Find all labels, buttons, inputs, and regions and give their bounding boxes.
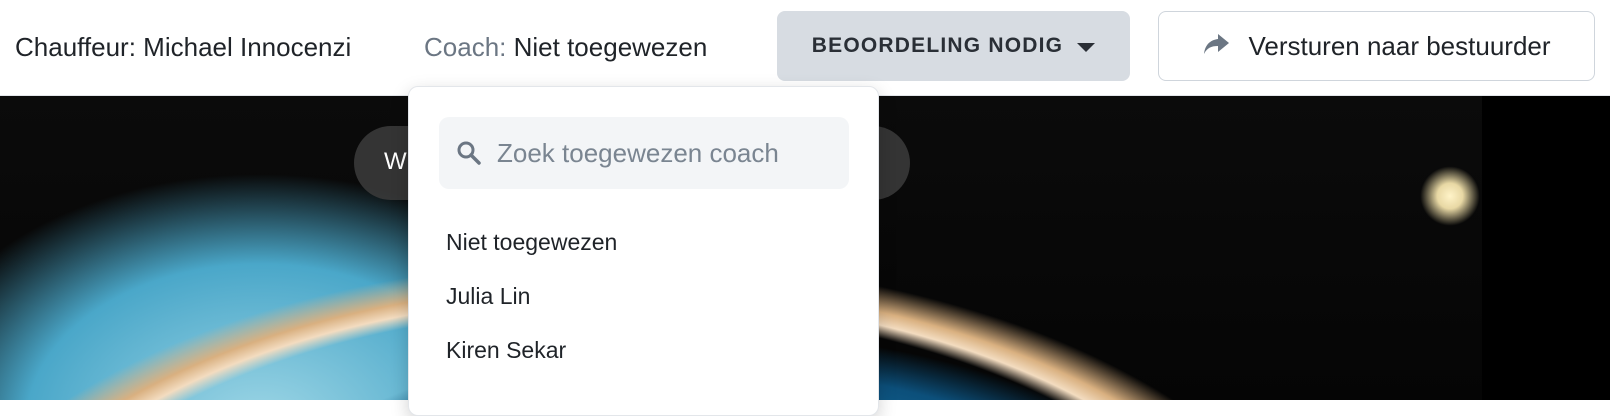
driver-name: Michael Innocenzi — [143, 32, 352, 62]
coach-selector[interactable]: Coach: Niet toegewezen — [424, 30, 707, 64]
coach-option-unassigned[interactable]: Niet toegewezen — [446, 229, 617, 256]
send-to-driver-label: Versturen naar bestuurder — [1248, 30, 1551, 61]
coach-search-box[interactable] — [439, 117, 849, 189]
review-status-label: BEOORDELING NODIG — [811, 34, 1064, 57]
overlay-text: W — [384, 148, 407, 175]
coach-value[interactable]: Niet toegewezen — [514, 32, 708, 62]
top-bar: Chauffeur: Michael Innocenzi Coach: Niet… — [0, 0, 1610, 96]
search-icon — [455, 139, 483, 167]
lens-glare — [1420, 166, 1480, 226]
coach-option-julia-lin[interactable]: Julia Lin — [446, 283, 530, 310]
send-to-driver-button[interactable]: Versturen naar bestuurder — [1158, 11, 1595, 81]
coach-dropdown: Niet toegewezen Julia Lin Kiren Sekar — [408, 86, 879, 416]
caret-down-icon — [1077, 42, 1096, 52]
coach-search-input[interactable] — [495, 136, 819, 170]
coach-option-kiren-sekar[interactable]: Kiren Sekar — [446, 337, 566, 364]
driver-label: Chauffeur: — [15, 32, 136, 62]
review-status-button[interactable]: BEOORDELING NODIG — [777, 11, 1130, 81]
coach-label: Coach: — [424, 32, 507, 62]
driver-info: Chauffeur: Michael Innocenzi — [15, 30, 351, 64]
share-arrow-icon — [1202, 32, 1230, 61]
